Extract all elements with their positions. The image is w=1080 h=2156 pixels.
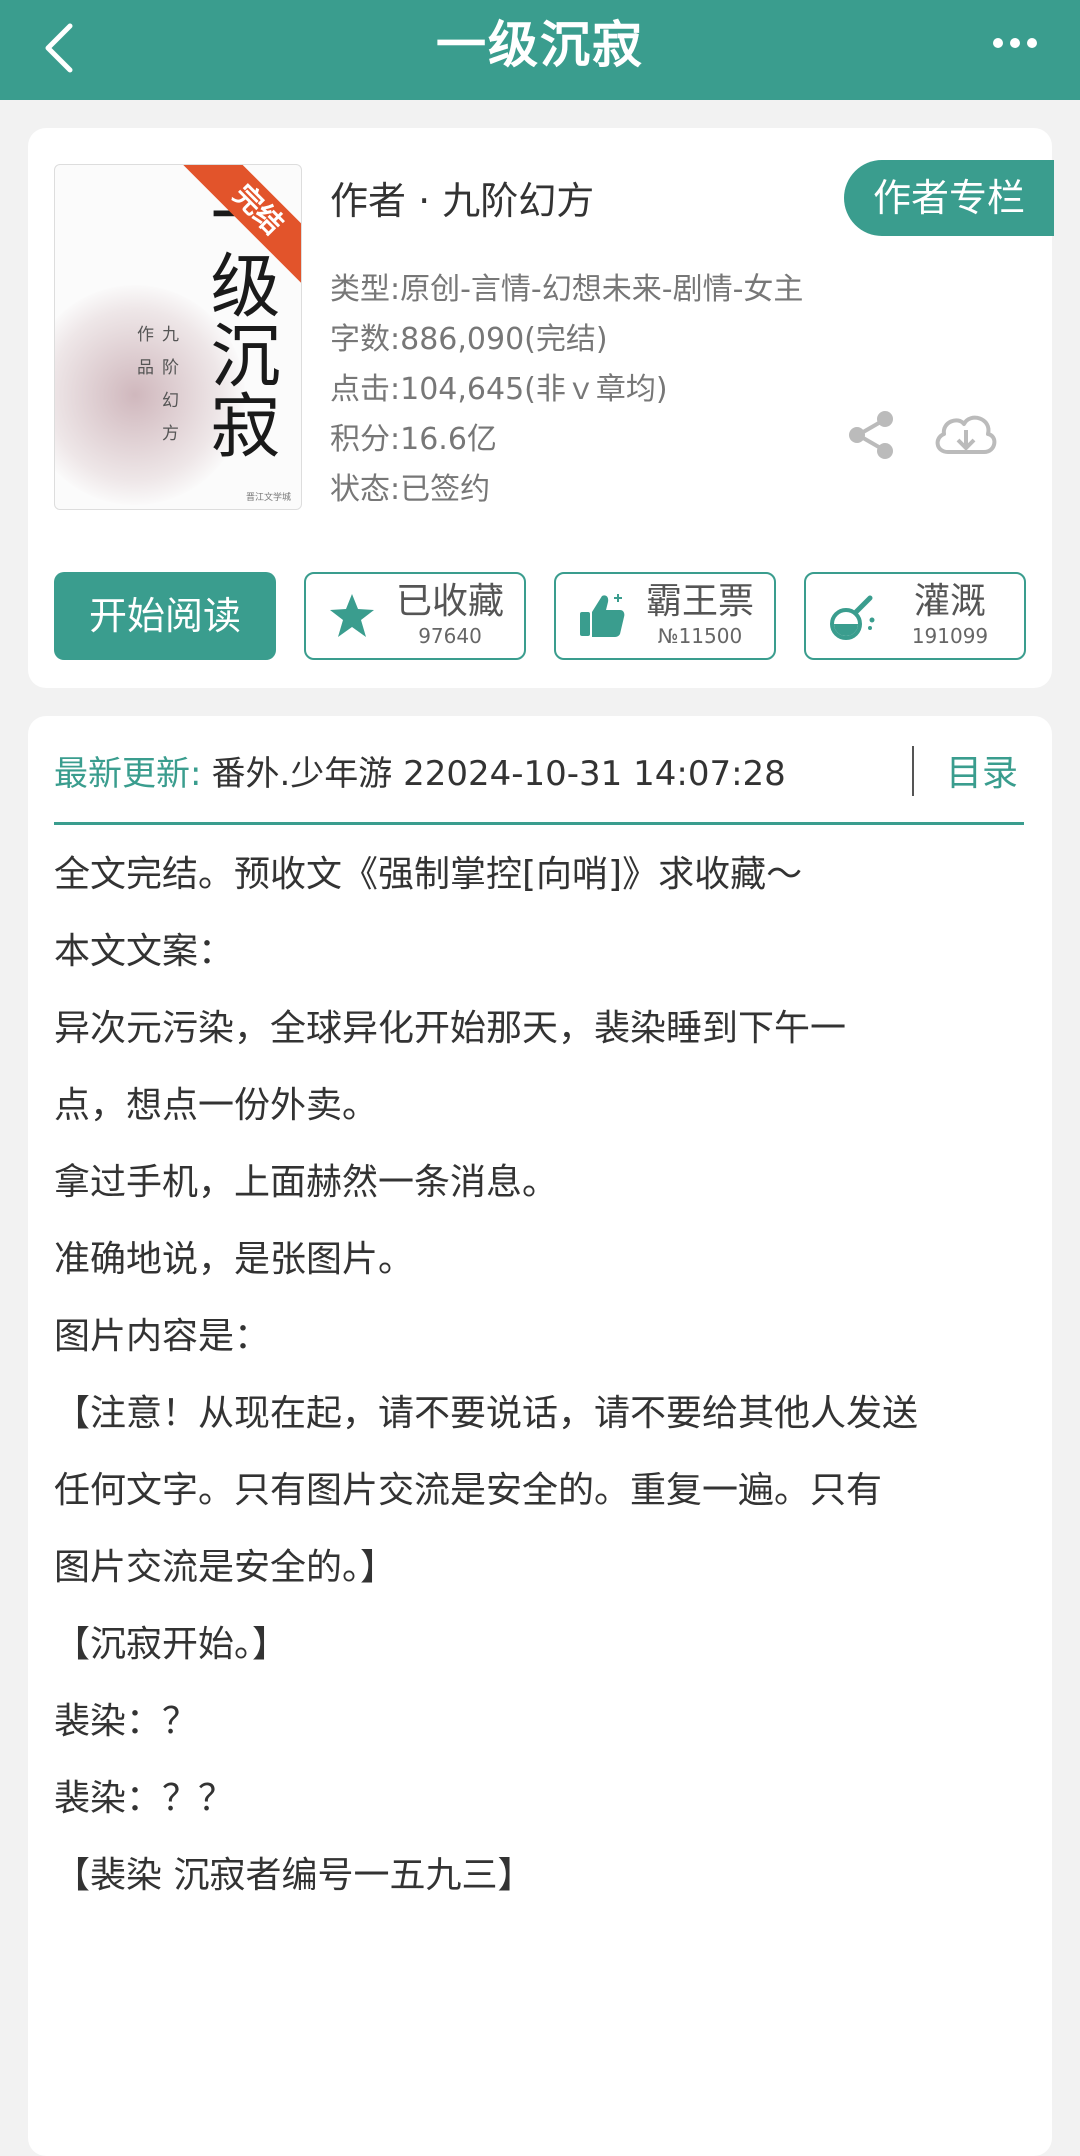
meta-clicks: 点击:104,645(非ｖ章均) [330,372,668,407]
content-card: 最新更新: 番外.少年游 22024-10-31 14:07:28 目录 全文完结… [28,716,1052,2156]
synopsis-line: 【注意！从现在起，请不要说话，请不要给其他人发送 [54,1393,919,1434]
meta-word-count: 字数:886,090(完结) [330,322,608,357]
latest-update[interactable]: 最新更新: 番外.少年游 22024-10-31 14:07:28 [54,744,786,804]
star-icon [330,594,374,637]
book-info-card: 一级沉寂 九阶幻方 作品 完结 晋江文学城 作者 · 九阶幻方 作者专栏 类型:… [28,128,1054,688]
synopsis-line: 点，想点一份外卖。 [54,1085,379,1126]
cover-publisher: 晋江文学城 [245,493,291,503]
start-reading-button[interactable]: 开始阅读 [54,572,276,660]
synopsis-line: 任何文字。只有图片交流是安全的。重复一遍。只有 [54,1470,883,1511]
latest-update-label: 最新更新: [54,754,202,794]
section-divider [54,822,1024,825]
more-dots-icon[interactable] [990,28,1040,58]
vote-button[interactable]: 霸王票 №11500 [554,572,776,660]
share-icon[interactable] [844,408,898,462]
synopsis: 全文完结。预收文《强制掌控[向哨]》求收藏～ 本文文案： 异次元污染，全球异化开… [54,836,1034,1914]
synopsis-line: 【裴染 沉寂者编号一五九三】 [54,1855,534,1896]
vote-count: №11500 [657,624,743,648]
synopsis-line: 本文文案： [54,931,235,972]
vote-label: 霸王票 [645,581,754,622]
synopsis-line: 异次元污染，全球异化开始那天，裴染睡到下午一 [54,1008,847,1049]
author-line[interactable]: 作者 · 九阶幻方 [330,170,594,225]
collect-label: 已收藏 [395,581,504,622]
author-column-button[interactable]: 作者专栏 [844,160,1054,236]
synopsis-line: 全文完结。预收文《强制掌控[向哨]》求收藏～ [54,854,803,895]
synopsis-line: 裴染：？？ [54,1778,235,1819]
nutrient-count: 191099 [911,624,989,648]
synopsis-line: 图片内容是： [54,1316,271,1357]
divider [912,746,914,796]
meta-genre: 类型:原创-言情-幻想未来-剧情-女主 [330,272,804,307]
toc-link[interactable]: 目录 [946,744,1018,804]
page-title: 一级沉寂 [436,16,644,74]
book-cover[interactable]: 一级沉寂 九阶幻方 作品 完结 晋江文学城 [54,164,302,510]
nutrient-button[interactable]: 灌溉 191099 [804,572,1026,660]
meta-status: 状态:已签约 [330,472,491,507]
synopsis-line: 准确地说，是张图片。 [54,1239,415,1280]
top-bar: 一级沉寂 [0,0,1080,100]
watering-flask-icon [830,595,875,640]
synopsis-line: 拿过手机，上面赫然一条消息。 [54,1162,559,1203]
synopsis-line: 裴染：？ [54,1701,199,1742]
collect-button[interactable]: 已收藏 97640 [304,572,526,660]
cloud-download-icon[interactable] [930,406,1000,464]
synopsis-line: 图片交流是安全的。】 [54,1547,397,1588]
collect-count: 97640 [418,624,482,648]
thumbs-up-icon [580,594,625,637]
meta-score: 积分:16.6亿 [330,422,497,457]
cover-author: 九阶幻方 作品 [133,325,178,457]
latest-update-text: 番外.少年游 22024-10-31 14:07:28 [211,754,786,794]
nutrient-label: 灌溉 [913,581,986,622]
synopsis-line: 【沉寂开始。】 [54,1624,289,1665]
